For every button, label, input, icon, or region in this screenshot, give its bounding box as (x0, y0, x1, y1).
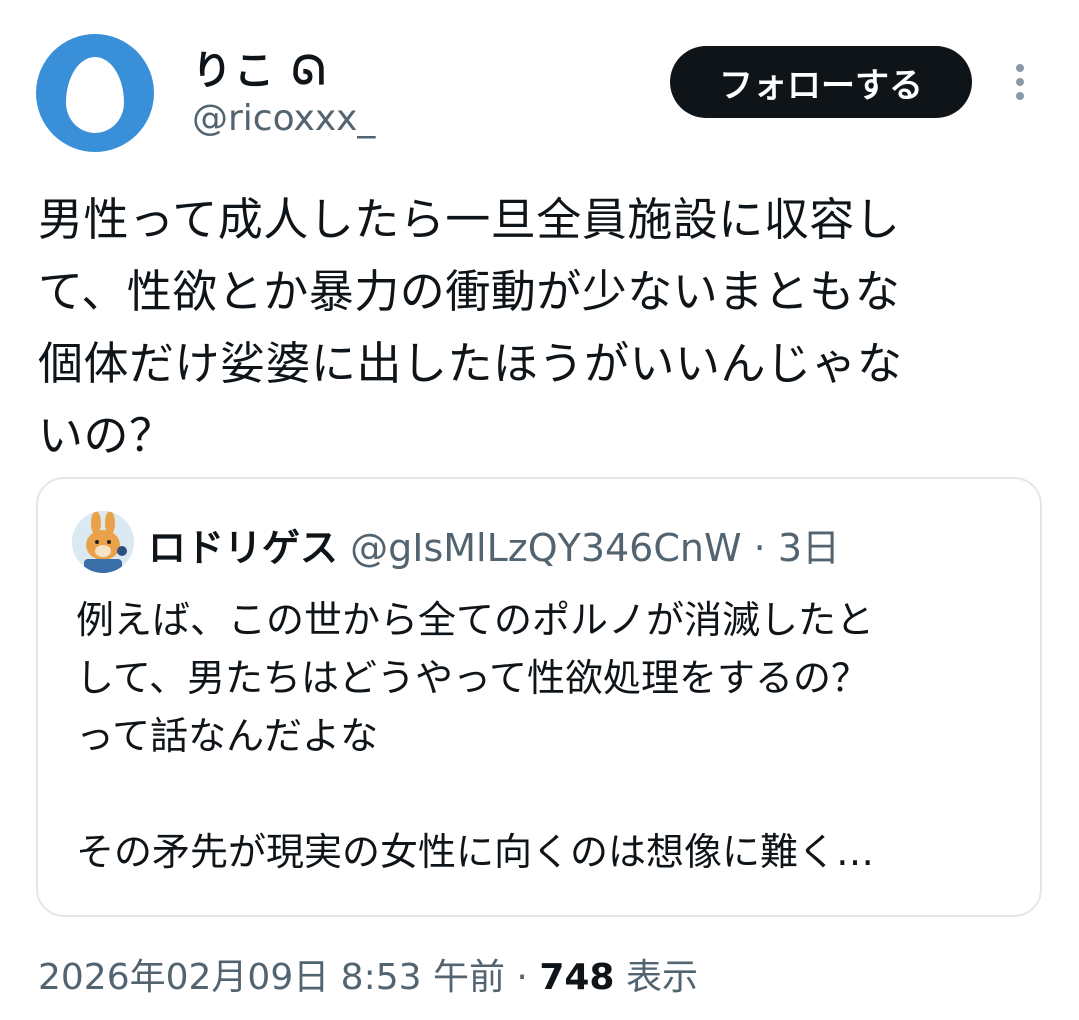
tweet-meta: 2026年02月09日 8:53 午前 · 748 表示 (38, 948, 698, 1000)
quote-text-line: 例えば、この世から全てのポルノが消滅したと (76, 598, 875, 642)
author-handle[interactable]: @ricoxxx_ (192, 98, 375, 139)
default-egg-icon (66, 57, 124, 133)
tweet-text: 男性って成人したら一旦全員施設に収容し て、性欲とか暴力の衝動が少ないまともな … (38, 184, 1048, 472)
tweet-text-line: 個体だけ娑婆に出したほうがいいんじゃな (38, 337, 903, 390)
quote-text-line: って話なんだよな (76, 714, 379, 758)
tweet: りこ ᘏ @ricoxxx_ フォローする 男性って成人したら一旦全員施設に収容… (0, 0, 1079, 1020)
quote-text-line (76, 765, 1016, 823)
quote-header: ロドリゲス @gIsMlLzQY346CnW · 3日 (148, 517, 840, 572)
quote-text-line: その矛先が現実の女性に向くのは想像に難く… (76, 830, 875, 874)
quote-text-line: して、男たちはどうやって性欲処理をするの？ (76, 656, 870, 700)
views-label: 表示 (625, 957, 698, 998)
tweet-text-line: 男性って成人したら一旦全員施設に収容し (38, 193, 901, 246)
follow-button[interactable]: フォローする (670, 46, 972, 118)
author-display-name[interactable]: りこ ᘏ (192, 38, 327, 96)
quote-separator: · (753, 526, 766, 570)
quote-text: 例えば、この世から全てのポルノが消滅したと して、男たちはどうやって性欲処理をす… (76, 591, 1016, 881)
quote-author-handle[interactable]: @gIsMlLzQY346CnW (350, 526, 741, 570)
meta-separator: · (516, 957, 528, 998)
quote-author-avatar (72, 511, 134, 573)
views-count: 748 (539, 957, 615, 998)
tweet-text-line: いの？ (38, 409, 175, 462)
more-options-icon[interactable] (1008, 60, 1032, 104)
tweet-timestamp[interactable]: 2026年02月09日 8:53 午前 (38, 957, 505, 998)
author-avatar[interactable] (36, 34, 154, 152)
tweet-text-line: て、性欲とか暴力の衝動が少ないまともな (38, 265, 901, 318)
rabbit-avatar-icon (72, 511, 134, 573)
quote-timestamp[interactable]: 3日 (778, 526, 840, 570)
quoted-tweet[interactable]: ロドリゲス @gIsMlLzQY346CnW · 3日 例えば、この世から全ての… (36, 477, 1042, 917)
quote-author-name[interactable]: ロドリゲス (148, 526, 338, 570)
